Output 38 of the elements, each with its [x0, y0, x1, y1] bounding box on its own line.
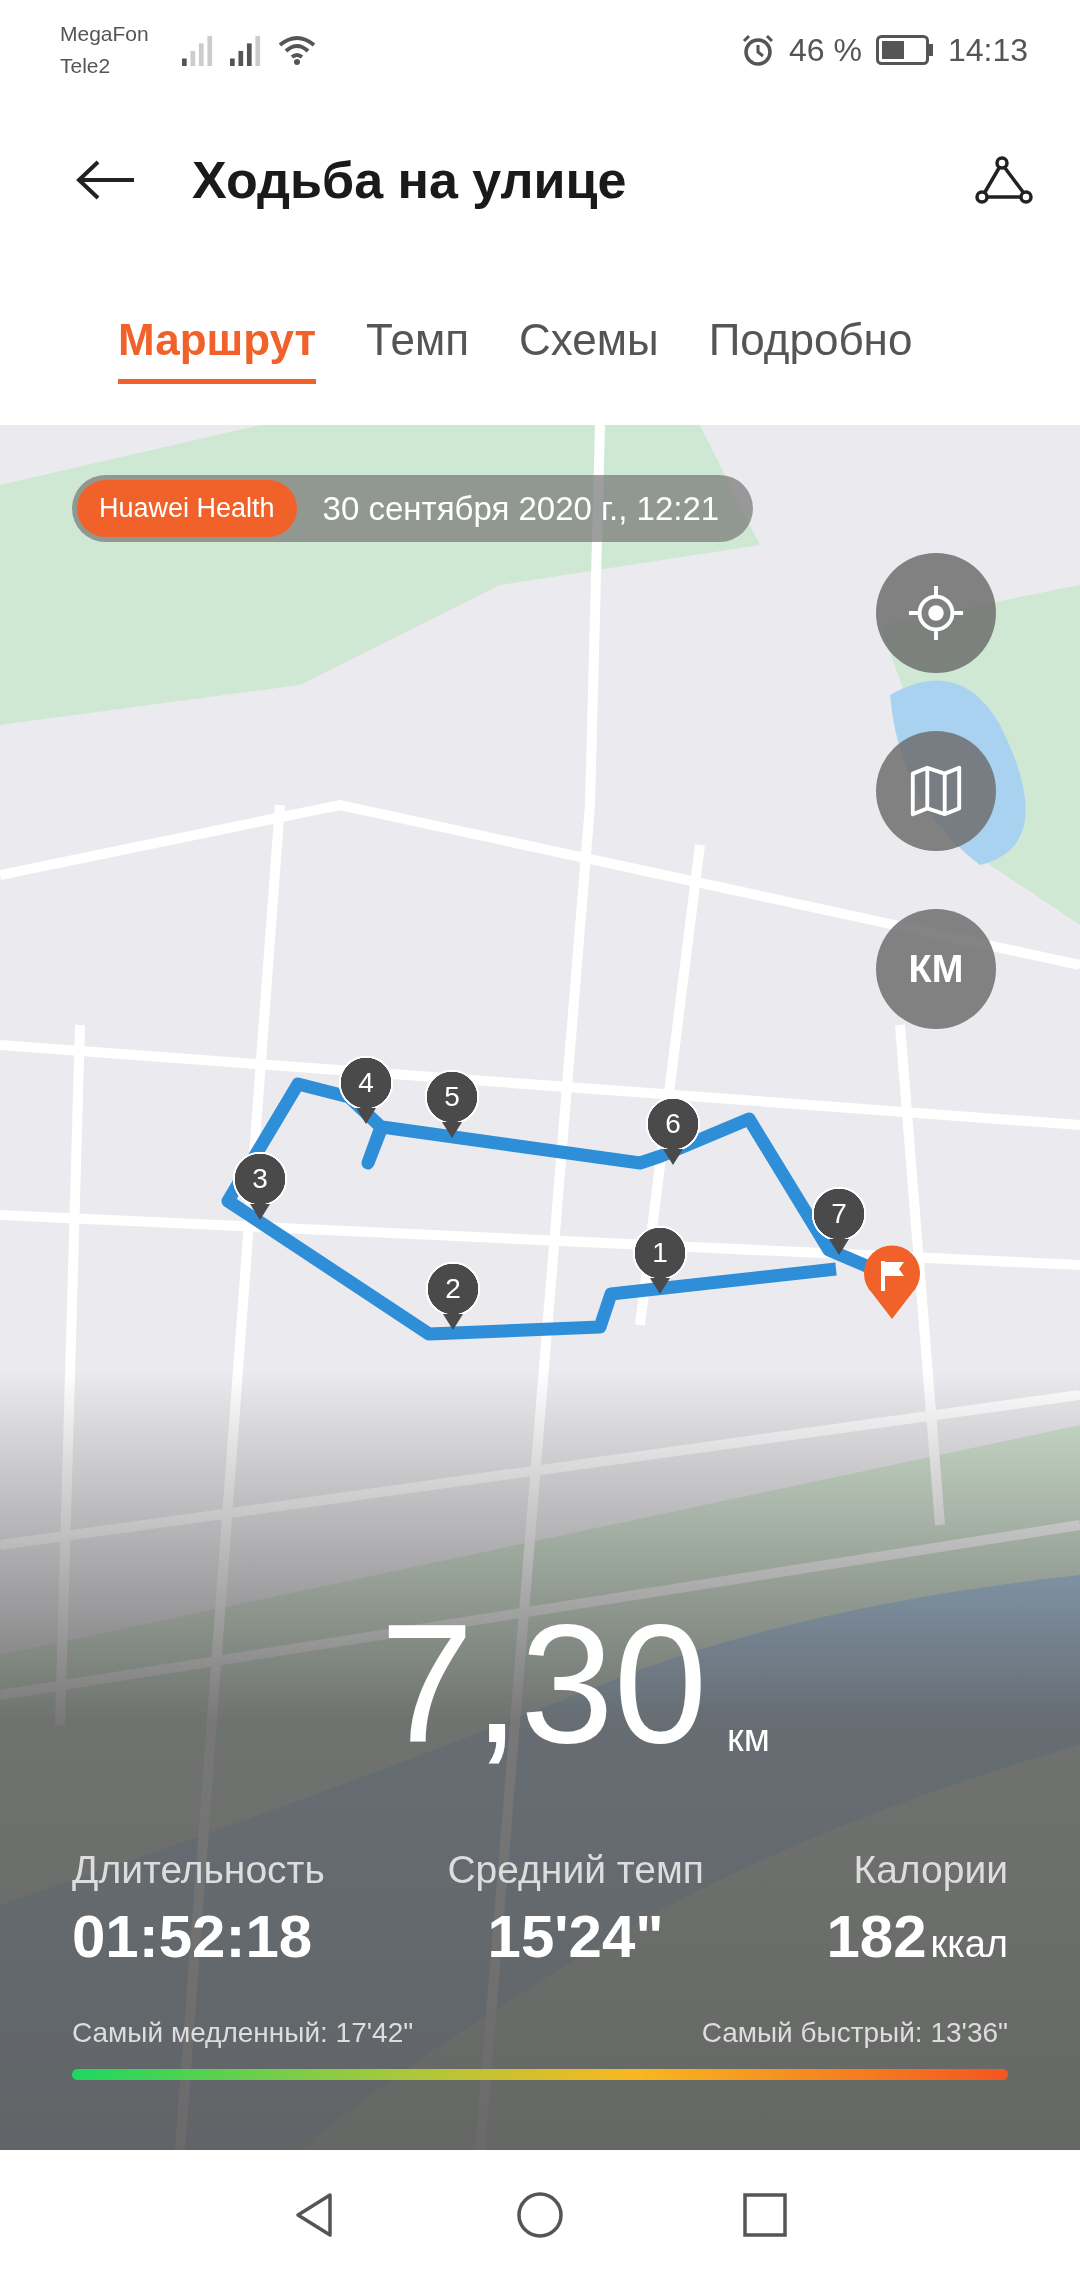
carrier-name: MegaFon	[60, 21, 149, 47]
wifi-icon	[276, 34, 317, 66]
screen-title: Ходьба на улице	[192, 150, 628, 210]
app-badge: Huawei Health	[77, 480, 297, 537]
unit-button[interactable]: КМ	[876, 909, 996, 1029]
finish-flag-icon	[862, 1245, 922, 1321]
recents-nav-icon[interactable]	[740, 2190, 790, 2240]
tab[interactable]: Схемы	[519, 301, 659, 384]
stat-label: Средний темп	[447, 1848, 704, 1892]
battery-icon	[875, 35, 934, 65]
tab[interactable]: Темп	[366, 301, 470, 384]
distance-value: 7,30	[380, 1600, 708, 1768]
stat-value: 182	[826, 1902, 927, 1971]
battery-percent: 46 %	[789, 31, 862, 69]
route-marker[interactable]: 4	[339, 1056, 393, 1124]
carrier-name: Tele2	[60, 53, 112, 79]
stat-unit: ккал	[930, 1923, 1008, 1966]
home-nav-icon[interactable]	[515, 2190, 565, 2240]
stat-label: Калории	[853, 1848, 1008, 1892]
route-marker[interactable]: 2	[426, 1262, 480, 1330]
alarm-icon	[741, 33, 775, 67]
clock-time: 14:13	[947, 31, 1028, 69]
route-marker[interactable]: 3	[233, 1152, 287, 1220]
stat-value: 15'24"	[487, 1902, 664, 1971]
route-marker[interactable]: 5	[425, 1070, 479, 1138]
signal-icon	[228, 34, 263, 66]
distance-unit: км	[727, 1717, 770, 1760]
stat-value: 01:52:18	[72, 1902, 313, 1971]
locate-icon	[907, 584, 965, 642]
signal-icon	[180, 34, 215, 66]
route-marker[interactable]: 6	[646, 1097, 700, 1165]
tab[interactable]: Подробно	[708, 301, 913, 384]
fastest-pace: Самый быстрый: 13'36"	[701, 2017, 1008, 2049]
route-marker[interactable]: 7	[812, 1187, 866, 1255]
route-marker[interactable]: 1	[633, 1226, 687, 1294]
slowest-pace: Самый медленный: 17'42"	[72, 2017, 414, 2049]
workout-date: 30 сентября 2020 г., 12:21	[322, 489, 720, 528]
stat-label: Длительность	[72, 1848, 325, 1892]
